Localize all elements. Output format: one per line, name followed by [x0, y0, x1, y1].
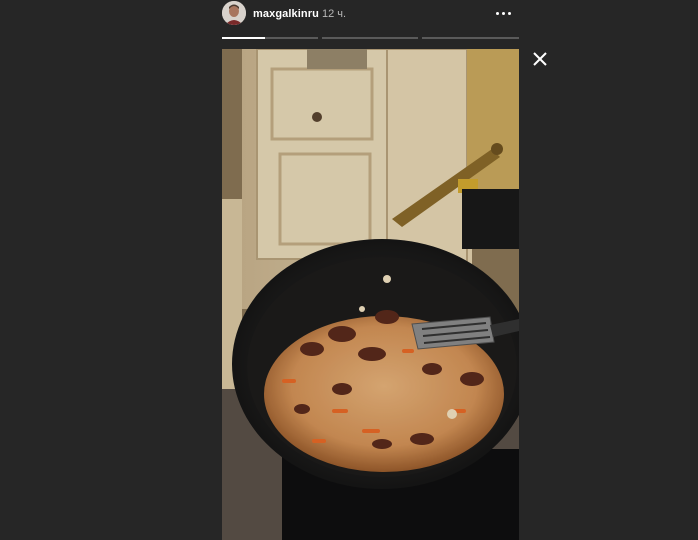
- more-dot: [502, 12, 505, 15]
- avatar-image: [222, 1, 246, 25]
- progress-fill: [222, 37, 266, 39]
- close-button[interactable]: [530, 49, 550, 69]
- story-viewer: maxgalkinru 12 ч.: [222, 0, 519, 540]
- story-photo: [222, 49, 519, 540]
- timestamp: 12 ч.: [322, 8, 347, 20]
- more-horizontal-icon: [496, 12, 499, 15]
- progress-segment: [222, 37, 318, 39]
- story-header: maxgalkinru 12 ч.: [222, 0, 519, 38]
- more-options-button[interactable]: [492, 4, 516, 22]
- progress-segment: [322, 37, 418, 39]
- story-media[interactable]: [222, 49, 519, 540]
- story-progress: [222, 37, 519, 39]
- username[interactable]: maxgalkinru: [253, 8, 319, 20]
- avatar[interactable]: [222, 1, 246, 25]
- more-dot: [508, 12, 511, 15]
- close-icon: [533, 52, 547, 66]
- progress-segment: [422, 37, 519, 39]
